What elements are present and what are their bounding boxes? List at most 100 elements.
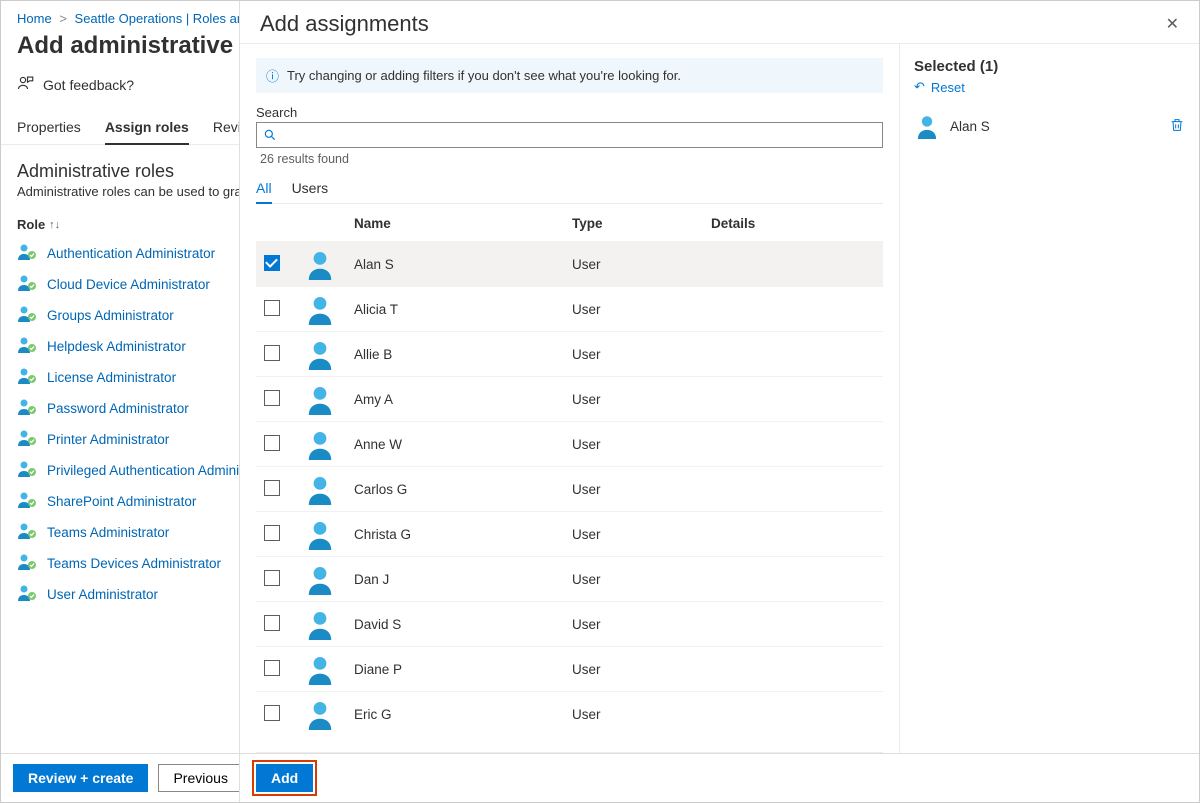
row-checkbox[interactable] (264, 345, 280, 361)
user-avatar-icon (304, 698, 338, 730)
role-icon (17, 490, 37, 513)
person-feedback-icon (17, 74, 35, 95)
tab-assign-roles[interactable]: Assign roles (105, 113, 189, 145)
row-checkbox[interactable] (264, 255, 280, 271)
role-link[interactable]: Privileged Authentication Administ (47, 463, 250, 478)
role-link[interactable]: Groups Administrator (47, 308, 174, 323)
row-details (703, 647, 883, 692)
tab-properties[interactable]: Properties (17, 113, 81, 144)
row-name: Diane P (346, 647, 564, 692)
user-row[interactable]: Amy AUser (256, 377, 883, 422)
row-name: David S (346, 602, 564, 647)
role-link[interactable]: Teams Devices Administrator (47, 556, 221, 571)
row-name: Christa G (346, 512, 564, 557)
remove-selected-icon[interactable] (1169, 117, 1185, 136)
user-avatar-icon (304, 383, 338, 415)
role-icon (17, 552, 37, 575)
row-details (703, 242, 883, 287)
search-input[interactable] (256, 122, 883, 148)
previous-button[interactable]: Previous (158, 764, 242, 792)
role-icon (17, 583, 37, 606)
user-row[interactable]: Eric GUser (256, 692, 883, 737)
row-checkbox[interactable] (264, 525, 280, 541)
row-type: User (564, 422, 703, 467)
col-details[interactable]: Details (703, 204, 883, 242)
row-details (703, 467, 883, 512)
breadcrumb-home[interactable]: Home (17, 11, 52, 26)
user-row[interactable]: David SUser (256, 602, 883, 647)
row-name: Alicia T (346, 287, 564, 332)
row-checkbox[interactable] (264, 480, 280, 496)
role-icon (17, 242, 37, 265)
row-type: User (564, 242, 703, 287)
undo-icon: ↶ (914, 79, 925, 95)
user-row[interactable]: Alan SUser (256, 242, 883, 287)
role-link[interactable]: Helpdesk Administrator (47, 339, 186, 354)
filter-tab-all[interactable]: All (256, 176, 272, 204)
row-checkbox[interactable] (264, 615, 280, 631)
user-row[interactable]: Alicia TUser (256, 287, 883, 332)
role-icon (17, 397, 37, 420)
role-link[interactable]: Password Administrator (47, 401, 189, 416)
user-avatar-icon (304, 293, 338, 325)
user-row[interactable]: Christa GUser (256, 512, 883, 557)
review-create-button[interactable]: Review + create (13, 764, 148, 792)
reset-label: Reset (931, 80, 965, 95)
col-name[interactable]: Name (346, 204, 564, 242)
row-details (703, 332, 883, 377)
search-icon (263, 128, 277, 142)
row-type: User (564, 332, 703, 377)
close-icon[interactable]: ✕ (1166, 14, 1179, 34)
row-details (703, 512, 883, 557)
search-label: Search (256, 105, 883, 120)
role-link[interactable]: Authentication Administrator (47, 246, 215, 261)
col-type[interactable]: Type (564, 204, 703, 242)
user-row[interactable]: Allie BUser (256, 332, 883, 377)
add-assignments-panel: Add assignments ✕ ⓘ Try changing or addi… (239, 1, 1199, 802)
feedback-text: Got feedback? (43, 77, 134, 93)
breadcrumb-item[interactable]: Seattle Operations | Roles and (75, 11, 252, 26)
col-role-label: Role (17, 217, 45, 232)
user-row[interactable]: Anne WUser (256, 422, 883, 467)
row-checkbox[interactable] (264, 300, 280, 316)
row-name: Allie B (346, 332, 564, 377)
row-details (703, 692, 883, 737)
user-row[interactable]: Carlos GUser (256, 467, 883, 512)
row-checkbox[interactable] (264, 390, 280, 406)
user-row[interactable]: Dan JUser (256, 557, 883, 602)
row-checkbox[interactable] (264, 705, 280, 721)
row-details (703, 557, 883, 602)
role-icon (17, 459, 37, 482)
row-name: Anne W (346, 422, 564, 467)
row-checkbox[interactable] (264, 570, 280, 586)
role-link[interactable]: Teams Administrator (47, 525, 169, 540)
user-avatar-icon (304, 473, 338, 505)
row-details (703, 422, 883, 467)
row-checkbox[interactable] (264, 435, 280, 451)
role-link[interactable]: SharePoint Administrator (47, 494, 196, 509)
role-icon (17, 273, 37, 296)
user-avatar-icon (304, 428, 338, 460)
row-name: Amy A (346, 377, 564, 422)
filter-tab-users[interactable]: Users (292, 176, 329, 203)
role-link[interactable]: Printer Administrator (47, 432, 169, 447)
reset-button[interactable]: ↶ Reset (914, 79, 1185, 95)
row-details (703, 287, 883, 332)
add-button[interactable]: Add (256, 764, 313, 792)
row-type: User (564, 377, 703, 422)
role-link[interactable]: User Administrator (47, 587, 158, 602)
role-icon (17, 521, 37, 544)
user-row[interactable]: Diane PUser (256, 647, 883, 692)
row-name: Dan J (346, 557, 564, 602)
info-icon: ⓘ (266, 66, 279, 85)
info-text: Try changing or adding filters if you do… (287, 68, 681, 83)
selected-heading: Selected (1) (914, 58, 1185, 75)
row-checkbox[interactable] (264, 660, 280, 676)
user-avatar-icon (914, 113, 940, 139)
role-link[interactable]: Cloud Device Administrator (47, 277, 210, 292)
user-avatar-icon (304, 563, 338, 595)
selected-item: Alan S (914, 113, 1185, 139)
role-link[interactable]: License Administrator (47, 370, 176, 385)
info-bar: ⓘ Try changing or adding filters if you … (256, 58, 883, 93)
role-icon (17, 335, 37, 358)
